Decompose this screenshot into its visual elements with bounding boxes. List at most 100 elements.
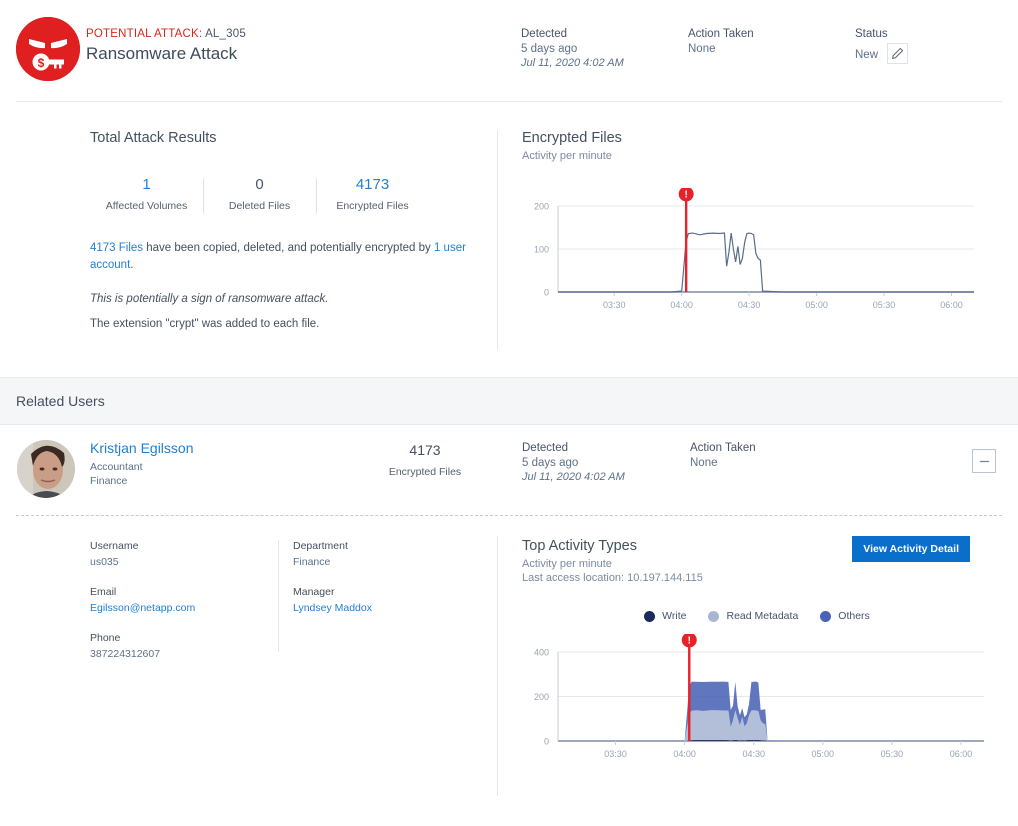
svg-text:!: ! xyxy=(685,190,688,201)
meta-action-taken: Action Taken None xyxy=(688,28,754,55)
meta-detected: Detected 5 days ago Jul 11, 2020 4:02 AM xyxy=(521,28,624,69)
meta-detected-label: Detected xyxy=(521,28,624,40)
alert-meta-row: Detected 5 days ago Jul 11, 2020 4:02 AM… xyxy=(521,28,1018,78)
activity-legend: Write Read Metadata Others xyxy=(522,610,992,622)
user-detected-value: 5 days ago xyxy=(522,457,625,469)
field-phone: Phone 387224312607 xyxy=(90,632,270,660)
legend-item-write[interactable]: Write xyxy=(644,610,686,622)
svg-text:04:00: 04:00 xyxy=(670,300,693,310)
field-email-value[interactable]: Egilsson@netapp.com xyxy=(90,602,270,614)
svg-text:200: 200 xyxy=(534,202,549,212)
minus-icon xyxy=(978,455,991,468)
encrypted-files-line-chart: 010020003:3004:0004:3005:0005:3006:00! xyxy=(522,188,982,318)
alert-kicker-prefix: POTENTIAL ATTACK: xyxy=(86,28,202,40)
field-email: Email Egilsson@netapp.com xyxy=(90,586,270,614)
svg-text:05:30: 05:30 xyxy=(881,749,904,759)
description-mid-text: have been copied, deleted, and potential… xyxy=(143,242,434,254)
attack-description: 4173 Files have been copied, deleted, an… xyxy=(90,240,490,274)
view-activity-detail-button[interactable]: View Activity Detail xyxy=(852,536,970,562)
meta-action-label: Action Taken xyxy=(688,28,754,40)
user-meta-detected: Detected 5 days ago Jul 11, 2020 4:02 AM xyxy=(522,442,625,483)
fields-divider xyxy=(278,540,279,652)
status-badge: New xyxy=(855,49,878,61)
legend-label-read-metadata: Read Metadata xyxy=(726,610,798,622)
legend-item-others[interactable]: Others xyxy=(820,610,870,622)
meta-action-value: None xyxy=(688,43,754,55)
field-phone-label: Phone xyxy=(90,632,270,644)
ransomware-face-glyph: $ xyxy=(16,17,80,81)
field-username-value: us035 xyxy=(90,556,270,568)
attack-note-extension: The extension "crypt" was added to each … xyxy=(90,318,490,330)
legend-item-read-metadata[interactable]: Read Metadata xyxy=(708,610,798,622)
alert-header: $ POTENTIAL ATTACK: AL_305 Ransomware At… xyxy=(16,0,1002,102)
user-meta-action: Action Taken None xyxy=(690,442,756,469)
detail-panel-divider xyxy=(497,536,498,796)
user-encrypted-count: 4173 Encrypted Files xyxy=(375,442,475,478)
user-avatar-photo xyxy=(17,440,75,498)
stat-affected-volumes: 1 Affected Volumes xyxy=(90,176,203,212)
user-department-short: Finance xyxy=(90,475,194,487)
ransomware-face-icon: $ xyxy=(16,17,80,81)
related-users-title: Related Users xyxy=(16,393,105,409)
user-identity: Kristjan Egilsson Accountant Finance xyxy=(90,440,194,487)
alert-kicker: POTENTIAL ATTACK: AL_305 xyxy=(86,28,246,40)
collapse-user-button[interactable] xyxy=(972,449,996,473)
svg-text:03:30: 03:30 xyxy=(603,300,626,310)
svg-text:06:00: 06:00 xyxy=(950,749,973,759)
svg-text:$: $ xyxy=(38,56,45,70)
related-users-header: Related Users xyxy=(0,377,1018,425)
attack-note-italic: This is potentially a sign of ransomware… xyxy=(90,293,490,305)
user-detected-timestamp: Jul 11, 2020 4:02 AM xyxy=(522,471,625,483)
encrypted-files-chart: 010020003:3004:0004:3005:0005:3006:00! xyxy=(522,188,982,318)
legend-label-others: Others xyxy=(838,610,870,622)
user-action-label: Action Taken xyxy=(690,442,756,454)
alert-title-block: POTENTIAL ATTACK: AL_305 Ransomware Atta… xyxy=(86,28,246,64)
stat-affected-volumes-label: Affected Volumes xyxy=(90,200,203,212)
user-action-value: None xyxy=(690,457,756,469)
stat-deleted-files-value: 0 xyxy=(203,176,316,193)
total-attack-results-panel: Total Attack Results 1 Affected Volumes … xyxy=(90,130,490,330)
svg-text:04:30: 04:30 xyxy=(742,749,765,759)
user-name-link[interactable]: Kristjan Egilsson xyxy=(90,440,194,456)
legend-dot-write xyxy=(644,611,655,622)
meta-status: Status New xyxy=(855,28,908,64)
field-manager: Manager Lyndsey Maddox xyxy=(293,586,473,614)
description-end-text: . xyxy=(130,259,133,271)
ransomware-alert-page: $ POTENTIAL ATTACK: AL_305 Ransomware At… xyxy=(0,0,1018,826)
user-detected-label: Detected xyxy=(522,442,625,454)
activity-location: Last access location: 10.197.144.115 xyxy=(522,572,992,584)
field-department-label: Department xyxy=(293,540,473,552)
svg-text:0: 0 xyxy=(544,737,549,747)
svg-text:200: 200 xyxy=(534,692,549,702)
svg-text:03:30: 03:30 xyxy=(604,749,627,759)
svg-text:05:00: 05:00 xyxy=(805,300,828,310)
field-manager-label: Manager xyxy=(293,586,473,598)
stat-affected-volumes-value: 1 xyxy=(90,176,203,193)
alert-kicker-code: AL_305 xyxy=(205,28,246,40)
files-link[interactable]: 4173 Files xyxy=(90,242,143,254)
stat-encrypted-files: 4173 Encrypted Files xyxy=(316,176,429,212)
edit-status-button[interactable] xyxy=(887,43,908,64)
svg-text:100: 100 xyxy=(534,245,549,255)
svg-text:400: 400 xyxy=(534,648,549,658)
top-activity-chart: 0 200 400 03:30 04:00 04:30 05:00 05:30 06:00! xyxy=(522,634,992,769)
field-department-value: Finance xyxy=(293,556,473,568)
attack-summary-area: Total Attack Results 1 Affected Volumes … xyxy=(0,102,1018,377)
user-encrypted-count-value: 4173 xyxy=(375,442,475,458)
stat-encrypted-files-value: 4173 xyxy=(316,176,429,193)
field-username-label: Username xyxy=(90,540,270,552)
activity-header: Top Activity Types Activity per minute L… xyxy=(522,538,992,584)
related-user-row: Kristjan Egilsson Accountant Finance 417… xyxy=(0,425,1018,515)
panel-divider xyxy=(497,130,498,350)
field-phone-value: 387224312607 xyxy=(90,648,270,660)
top-activity-area-chart: 0 200 400 03:30 04:00 04:30 05:00 05:30 06:00! xyxy=(522,634,992,769)
svg-text:05:00: 05:00 xyxy=(812,749,835,759)
encrypted-files-chart-panel: Encrypted Files Activity per minute 0100… xyxy=(522,130,982,318)
svg-text:04:00: 04:00 xyxy=(673,749,696,759)
pencil-icon xyxy=(891,47,904,60)
user-fields-column-1: Username us035 Email Egilsson@netapp.com… xyxy=(90,540,270,678)
field-manager-value[interactable]: Lyndsey Maddox xyxy=(293,602,473,614)
status-row: New xyxy=(855,43,908,64)
encrypted-chart-title: Encrypted Files xyxy=(522,130,982,146)
svg-text:!: ! xyxy=(688,636,691,647)
